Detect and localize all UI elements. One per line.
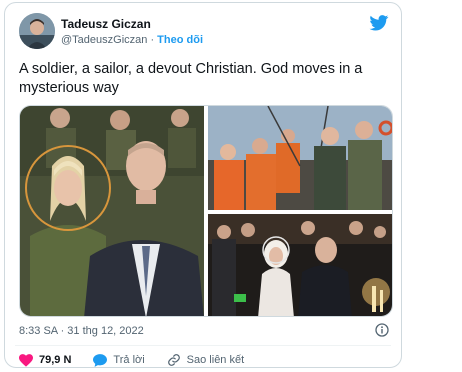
tweet-media-grid[interactable] [19, 105, 393, 317]
divider [15, 345, 391, 346]
copy-link-button[interactable]: Sao liên kết [167, 353, 244, 367]
reply-bubble-icon [93, 353, 108, 367]
info-icon[interactable] [375, 323, 389, 337]
author-handle[interactable]: @TadeuszGiczan [61, 34, 147, 46]
copy-link-label: Sao liên kết [186, 354, 245, 366]
author-meta: @TadeuszGiczan · Theo dõi [61, 34, 203, 46]
tweet-text: A soldier, a sailor, a devout Christian.… [19, 61, 363, 96]
meta-separator: · [150, 34, 155, 46]
photo-soldiers[interactable] [20, 106, 204, 316]
reply-label: Trả lời [113, 354, 145, 366]
author-name[interactable]: Tadeusz Giczan [61, 17, 151, 31]
twitter-bird-icon[interactable] [369, 15, 389, 31]
like-button[interactable]: 79,9 N [19, 353, 72, 367]
avatar[interactable] [19, 13, 55, 49]
link-icon [167, 354, 180, 366]
reply-button[interactable]: Trả lời [93, 353, 145, 367]
tweet-card: Tadeusz Giczan @TadeuszGiczan · Theo dõi… [4, 2, 402, 368]
follow-link[interactable]: Theo dõi [157, 34, 203, 46]
tweet-timestamp[interactable]: 8:33 SA · 31 thg 12, 2022 [19, 325, 144, 337]
photo-sailors[interactable] [208, 106, 392, 210]
heart-icon [19, 353, 33, 367]
action-bar: 79,9 N Trả lời Sao liên kết [19, 353, 266, 367]
like-count: 79,9 N [39, 354, 72, 366]
photo-church[interactable] [208, 214, 392, 316]
